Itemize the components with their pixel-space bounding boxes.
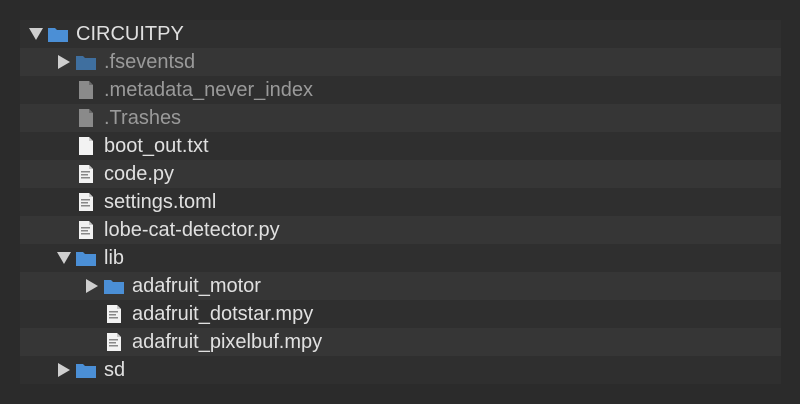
tree-item-label: lobe-cat-detector.py: [104, 219, 280, 241]
chevron-right-icon[interactable]: [84, 278, 100, 294]
tree-item-lobe-cat-detector-py[interactable]: lobe-cat-detector.py: [20, 216, 781, 244]
tree-item-label: sd: [104, 359, 126, 381]
chevron-down-icon[interactable]: [28, 26, 44, 42]
code-file-icon: [76, 221, 96, 239]
file-tree: CIRCUITPY .fseventsd .metadata_never_ind…: [20, 20, 781, 384]
code-file-icon: [104, 305, 124, 323]
tree-item-label: adafruit_dotstar.mpy: [132, 303, 314, 325]
tree-item-metadata-never-index[interactable]: .metadata_never_index: [20, 76, 781, 104]
file-icon: [76, 137, 96, 155]
folder-icon: [104, 277, 124, 295]
folder-icon: [76, 361, 96, 379]
tree-item-label: adafruit_motor: [132, 275, 261, 297]
tree-item-adafruit-dotstar-mpy[interactable]: adafruit_dotstar.mpy: [20, 300, 781, 328]
code-file-icon: [76, 165, 96, 183]
tree-item-label: boot_out.txt: [104, 135, 209, 157]
tree-item-circuitpy[interactable]: CIRCUITPY: [20, 20, 781, 48]
tree-item-label: .metadata_never_index: [104, 79, 314, 101]
chevron-right-icon[interactable]: [56, 54, 72, 70]
tree-item-label: CIRCUITPY: [76, 23, 184, 45]
code-file-icon: [104, 333, 124, 351]
tree-item-boot-out-txt[interactable]: boot_out.txt: [20, 132, 781, 160]
file-icon: [76, 81, 96, 99]
chevron-right-icon[interactable]: [56, 362, 72, 378]
tree-item-label: code.py: [104, 163, 175, 185]
folder-icon: [76, 249, 96, 267]
tree-item-adafruit-motor[interactable]: adafruit_motor: [20, 272, 781, 300]
tree-item-label: adafruit_pixelbuf.mpy: [132, 331, 323, 353]
folder-icon: [48, 25, 68, 43]
tree-item-sd[interactable]: sd: [20, 356, 781, 384]
tree-item-lib[interactable]: lib: [20, 244, 781, 272]
code-file-icon: [76, 193, 96, 211]
file-icon: [76, 109, 96, 127]
tree-item-settings-toml[interactable]: settings.toml: [20, 188, 781, 216]
tree-item-label: .fseventsd: [104, 51, 196, 73]
tree-item-trashes[interactable]: .Trashes: [20, 104, 781, 132]
chevron-down-icon[interactable]: [56, 250, 72, 266]
tree-item-label: lib: [104, 247, 125, 269]
tree-item-adafruit-pixelbuf-mpy[interactable]: adafruit_pixelbuf.mpy: [20, 328, 781, 356]
tree-item-fseventsd[interactable]: .fseventsd: [20, 48, 781, 76]
folder-icon: [76, 53, 96, 71]
tree-item-code-py[interactable]: code.py: [20, 160, 781, 188]
tree-item-label: settings.toml: [104, 191, 217, 213]
tree-item-label: .Trashes: [104, 107, 182, 129]
